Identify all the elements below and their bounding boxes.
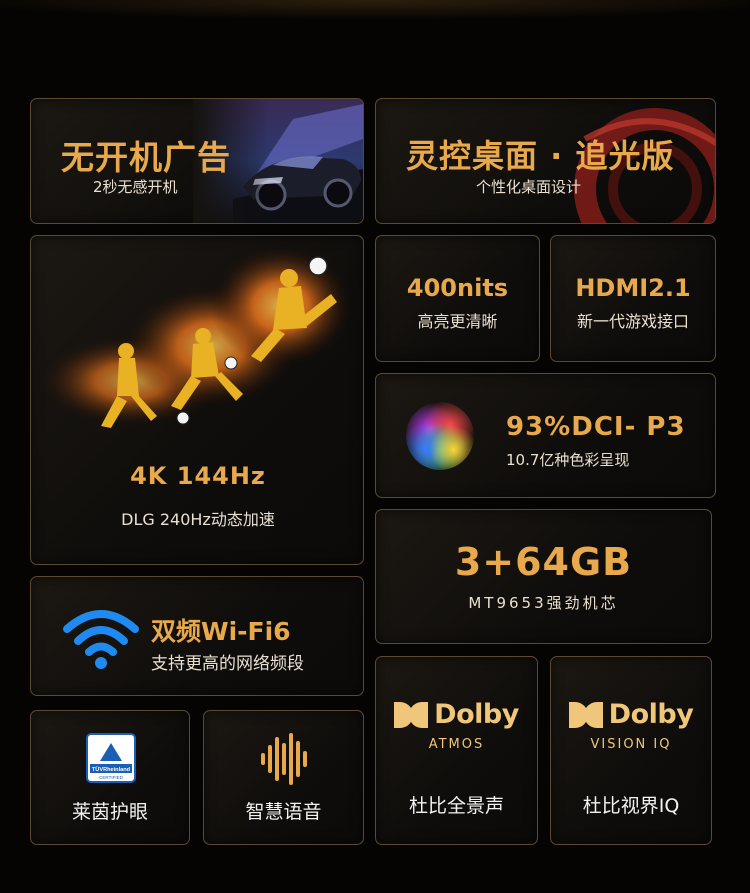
no-ads-subtitle: 2秒无感开机 (93, 178, 178, 196)
wifi-card: 双频Wi-Fi6 支持更高的网络频段 (30, 576, 364, 696)
4k-144hz-card: 4K 144Hz DLG 240Hz动态加速 (30, 235, 364, 565)
color-orb-icon (406, 402, 474, 470)
memory-subtitle: MT9653强劲机芯 (468, 594, 619, 612)
dolby-vision-sub: VISION IQ (590, 737, 672, 752)
voice-label: 智慧语音 (245, 801, 322, 823)
tuv-badge-icon: TÜVRheinland CERTIFIED (86, 733, 136, 783)
hdmi-title: HDMI2.1 (575, 274, 691, 302)
desktop-card: 灵控桌面 · 追光版 个性化桌面设计 (375, 98, 716, 224)
svg-text:TÜVRheinland: TÜVRheinland (92, 766, 131, 773)
wifi-subtitle: 支持更高的网络频段 (151, 654, 304, 674)
dolby-atmos-sub: ATMOS (428, 737, 485, 752)
brightness-subtitle: 高亮更清晰 (417, 312, 498, 331)
hdmi-subtitle: 新一代游戏接口 (576, 312, 689, 331)
dolby-vision-card: Dolby VISION IQ 杜比视界IQ (550, 656, 712, 845)
memory-title: 3+64GB (454, 540, 633, 584)
dolby-atmos-brand: Dolby (434, 699, 519, 730)
svg-text:CERTIFIED: CERTIFIED (99, 775, 123, 780)
soccer-players-image (41, 246, 351, 428)
4k-title: 4K 144Hz (130, 462, 266, 490)
dolby-logo-icon (394, 701, 429, 728)
voice-card: 智慧语音 (203, 710, 364, 845)
brightness-title: 400nits (406, 274, 509, 302)
dolby-logo-icon (568, 701, 603, 728)
dolby-atmos-logo: Dolby (376, 699, 537, 732)
desktop-title: 灵控桌面 · 追光版 (406, 137, 675, 175)
memory-card: 3+64GB MT9653强劲机芯 (375, 509, 712, 644)
brightness-card: 400nits 高亮更清晰 (375, 235, 540, 362)
wifi-title: 双频Wi-Fi6 (151, 617, 291, 646)
desktop-subtitle: 个性化桌面设计 (476, 178, 582, 196)
eye-care-label: 莱茵护眼 (71, 801, 148, 823)
dolby-atmos-card: Dolby ATMOS 杜比全景声 (375, 656, 538, 845)
dolby-vision-brand: Dolby (608, 699, 694, 730)
dolby-vision-logo: Dolby (551, 699, 711, 732)
dolby-atmos-label: 杜比全景声 (408, 795, 504, 817)
color-gamut-title: 93%DCI- P3 (506, 412, 686, 442)
color-gamut-subtitle: 10.7亿种色彩呈现 (506, 451, 630, 469)
color-gamut-card: 93%DCI- P3 10.7亿种色彩呈现 (375, 373, 716, 498)
voice-wave-icon (261, 733, 307, 785)
wifi-icon (63, 610, 139, 669)
top-glow (0, 0, 750, 40)
no-ads-card: 无开机广告 2秒无感开机 (30, 98, 364, 224)
4k-subtitle: DLG 240Hz动态加速 (121, 510, 275, 529)
hdmi-card: HDMI2.1 新一代游戏接口 (550, 235, 716, 362)
eye-care-card: TÜVRheinland CERTIFIED 莱茵护眼 (30, 710, 190, 845)
no-ads-title: 无开机广告 (61, 138, 231, 177)
dolby-vision-label: 杜比视界IQ (582, 795, 680, 817)
